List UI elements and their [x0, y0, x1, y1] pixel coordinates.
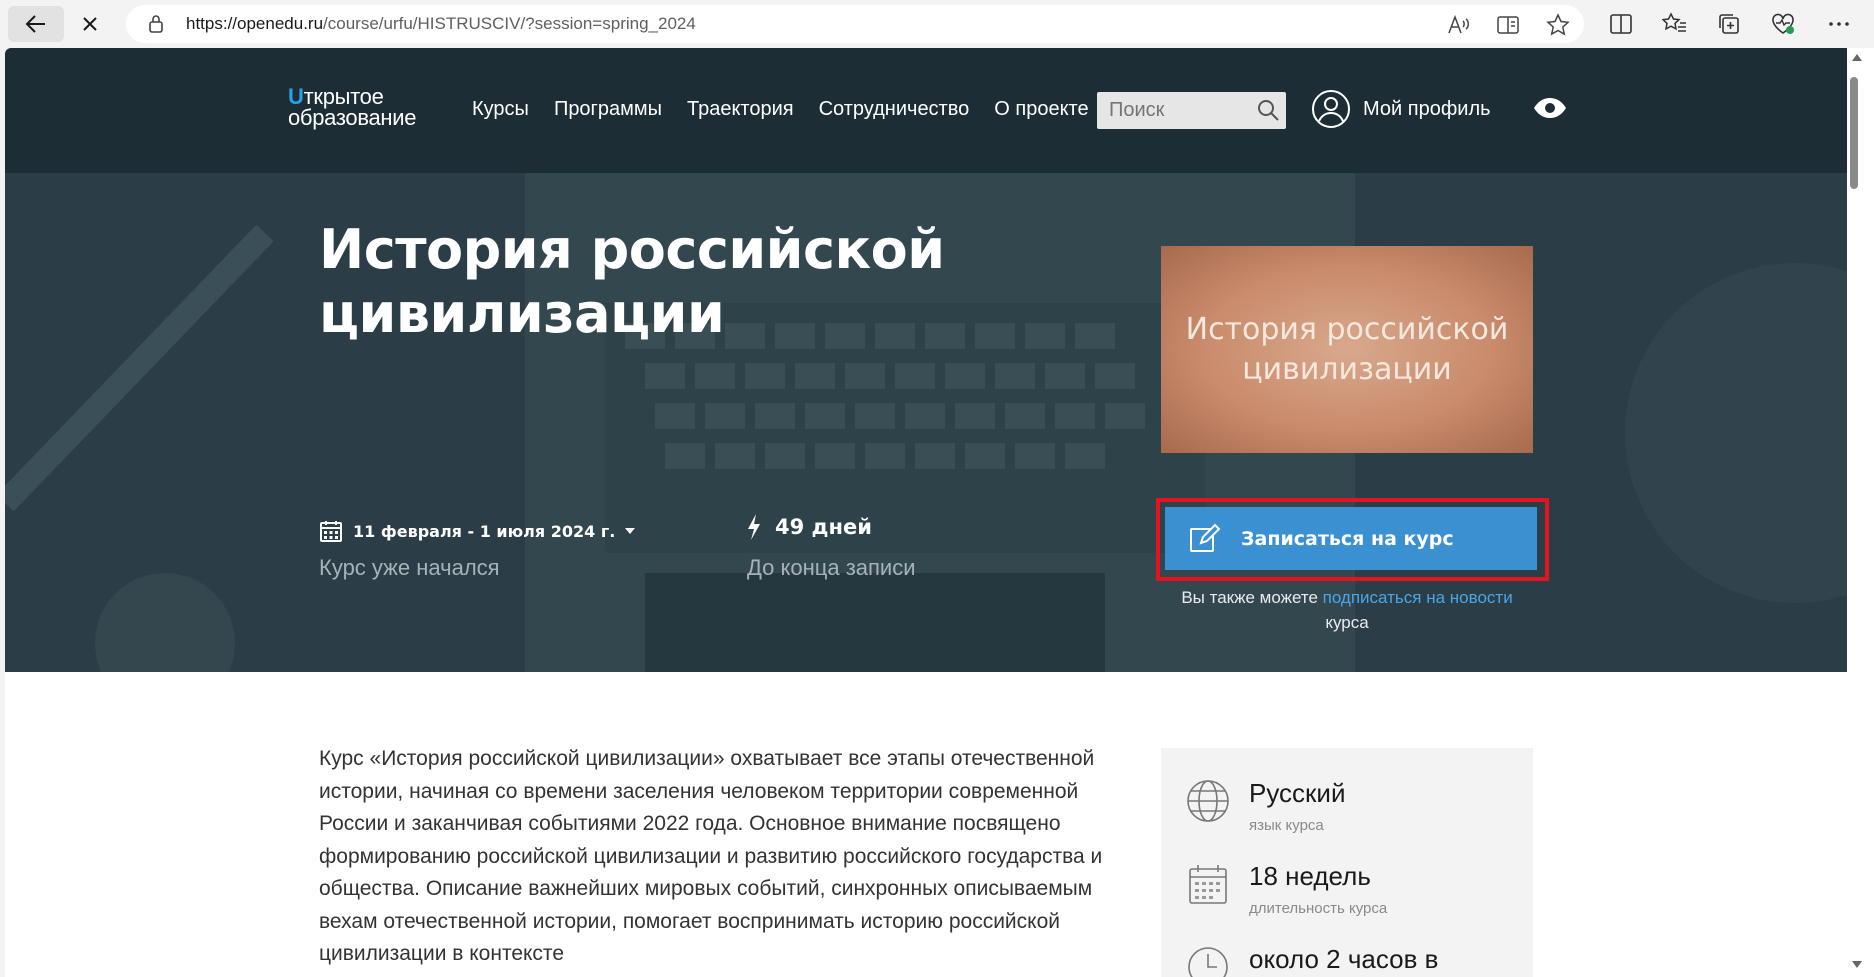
more-menu-icon[interactable]: [1826, 11, 1852, 37]
info-duration-label: длительность курса: [1249, 900, 1388, 917]
url-text[interactable]: https://openedu.ru/course/urfu/HISTRUSCI…: [186, 14, 696, 34]
info-language-label: язык курса: [1249, 817, 1324, 834]
logo-line2: образование: [288, 105, 417, 130]
course-cover-image: История российской цивилизации: [1161, 246, 1533, 453]
subscribe-prefix: Вы также можете: [1181, 588, 1318, 607]
search-box: [1097, 92, 1286, 129]
stop-loading-button[interactable]: [62, 6, 118, 42]
lock-icon[interactable]: [148, 14, 164, 34]
collections-icon[interactable]: [1716, 11, 1742, 37]
info-language-value: Русский: [1249, 778, 1346, 808]
info-language: Русский язык курса: [1185, 778, 1345, 834]
session-dates-dropdown[interactable]: 11 февраля - 1 июля 2024 г.: [319, 519, 636, 543]
profile-link[interactable]: Мой профиль: [1311, 89, 1491, 129]
info-duration-value: 18 недель: [1249, 861, 1371, 891]
nav-trajectory[interactable]: Траектория: [687, 98, 794, 121]
nav-programs[interactable]: Программы: [554, 98, 662, 121]
course-cover-text: История российской цивилизации: [1185, 311, 1509, 387]
site-header: Uткрытое образование Курсы Программы Тра…: [5, 48, 1847, 173]
close-icon: [83, 17, 97, 31]
lightning-icon: [748, 514, 760, 540]
scroll-up-icon[interactable]: [1852, 54, 1862, 61]
subscribe-suffix: курса: [1325, 613, 1369, 632]
profile-label: Мой профиль: [1363, 97, 1491, 120]
read-aloud-icon[interactable]: [1446, 13, 1470, 37]
course-hero: История российской цивилизации История р…: [5, 173, 1847, 672]
immersive-reader-icon[interactable]: [1496, 13, 1520, 37]
browser-essentials-icon[interactable]: [1770, 11, 1796, 37]
scrollbar-thumb[interactable]: [1850, 77, 1858, 189]
clock-icon: [1188, 947, 1228, 977]
eye-icon[interactable]: [1533, 97, 1567, 119]
site-logo[interactable]: Uткрытое образование: [288, 86, 438, 130]
course-description: Курс «История российской цивилизации» ох…: [319, 747, 1103, 965]
back-button[interactable]: [8, 6, 64, 42]
search-input[interactable]: [1097, 92, 1247, 129]
info-effort: около 2 часов в: [1185, 944, 1438, 977]
course-status: Курс уже начался: [319, 555, 500, 580]
address-bar[interactable]: https://openedu.ru/course/urfu/HISTRUSCI…: [126, 5, 1584, 43]
subscribe-note: Вы также можете подписаться на новости к…: [1161, 585, 1533, 635]
subscribe-news-link[interactable]: подписаться на новости: [1323, 588, 1513, 607]
user-avatar-icon: [1312, 90, 1350, 128]
main-nav: Курсы Программы Траектория Сотрудничеств…: [472, 98, 1089, 121]
scroll-down-icon[interactable]: [1852, 961, 1862, 968]
favorites-icon[interactable]: [1662, 11, 1688, 37]
search-icon[interactable]: [1256, 98, 1280, 122]
globe-icon: [1187, 780, 1229, 822]
calendar-icon: [1189, 865, 1227, 904]
back-arrow-icon: [25, 15, 45, 33]
enroll-button[interactable]: Записаться на курс: [1165, 507, 1537, 570]
course-title: История российской цивилизации: [319, 218, 945, 345]
days-left-value: 49 дней: [775, 515, 872, 539]
enroll-button-label: Записаться на курс: [1241, 527, 1454, 550]
nav-cooperation[interactable]: Сотрудничество: [819, 98, 970, 121]
session-dates-text: 11 февраля - 1 июля 2024 г.: [353, 521, 616, 541]
info-effort-value: около 2 часов в: [1249, 944, 1439, 974]
info-duration: 18 недель длительность курса: [1185, 861, 1387, 917]
url-path: /course/urfu/HISTRUSCIV/?session=spring_…: [323, 14, 696, 33]
nav-courses[interactable]: Курсы: [472, 98, 529, 121]
browser-toolbar: https://openedu.ru/course/urfu/HISTRUSCI…: [0, 0, 1874, 48]
split-screen-icon[interactable]: [1608, 11, 1634, 37]
days-left-label: До конца записи: [747, 555, 916, 580]
days-left: 49 дней: [747, 514, 872, 540]
favorite-star-icon[interactable]: [1546, 13, 1570, 37]
page-viewport: Uткрытое образование Курсы Программы Тра…: [5, 48, 1847, 977]
chevron-down-icon: [625, 528, 636, 534]
url-host: https://openedu.ru: [186, 14, 324, 33]
edit-pen-icon: [1190, 523, 1221, 552]
course-info-card: Русский язык курса 18 недель длительност…: [1161, 748, 1533, 977]
nav-about[interactable]: О проекте: [994, 98, 1088, 121]
calendar-icon: [320, 521, 342, 542]
